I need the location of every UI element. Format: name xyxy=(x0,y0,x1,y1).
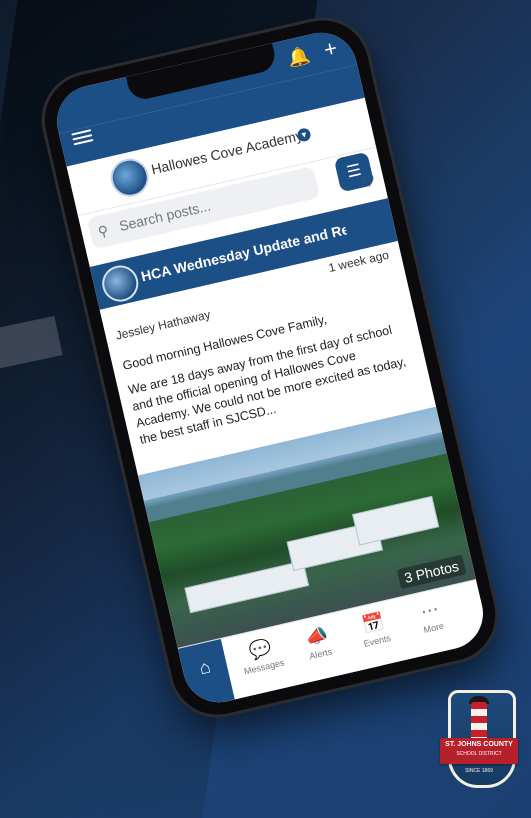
post-school-logo xyxy=(98,261,142,306)
district-subtitle: SCHOOL DISTRICT xyxy=(456,751,502,757)
tab-alerts[interactable]: 📣 Alerts xyxy=(287,619,349,665)
district-since: SINCE 1869 xyxy=(465,768,493,774)
tab-events[interactable]: 📅 Events xyxy=(343,606,405,652)
district-badge: ST. JOHNS COUNTY SCHOOL DISTRICT SINCE 1… xyxy=(440,690,518,790)
photo-building xyxy=(184,560,310,614)
home-icon: ⌂ xyxy=(197,656,213,679)
tab-messages[interactable]: 💬 Messages xyxy=(230,632,292,678)
photo-building xyxy=(352,495,440,546)
bell-icon[interactable]: 🔔 xyxy=(285,44,311,69)
plus-icon[interactable]: + xyxy=(321,35,339,62)
hamburger-menu-icon[interactable] xyxy=(71,126,95,148)
district-name: ST. JOHNS COUNTY xyxy=(445,741,513,748)
tab-more[interactable]: ⋯ More xyxy=(400,593,462,639)
school-logo xyxy=(106,154,153,201)
